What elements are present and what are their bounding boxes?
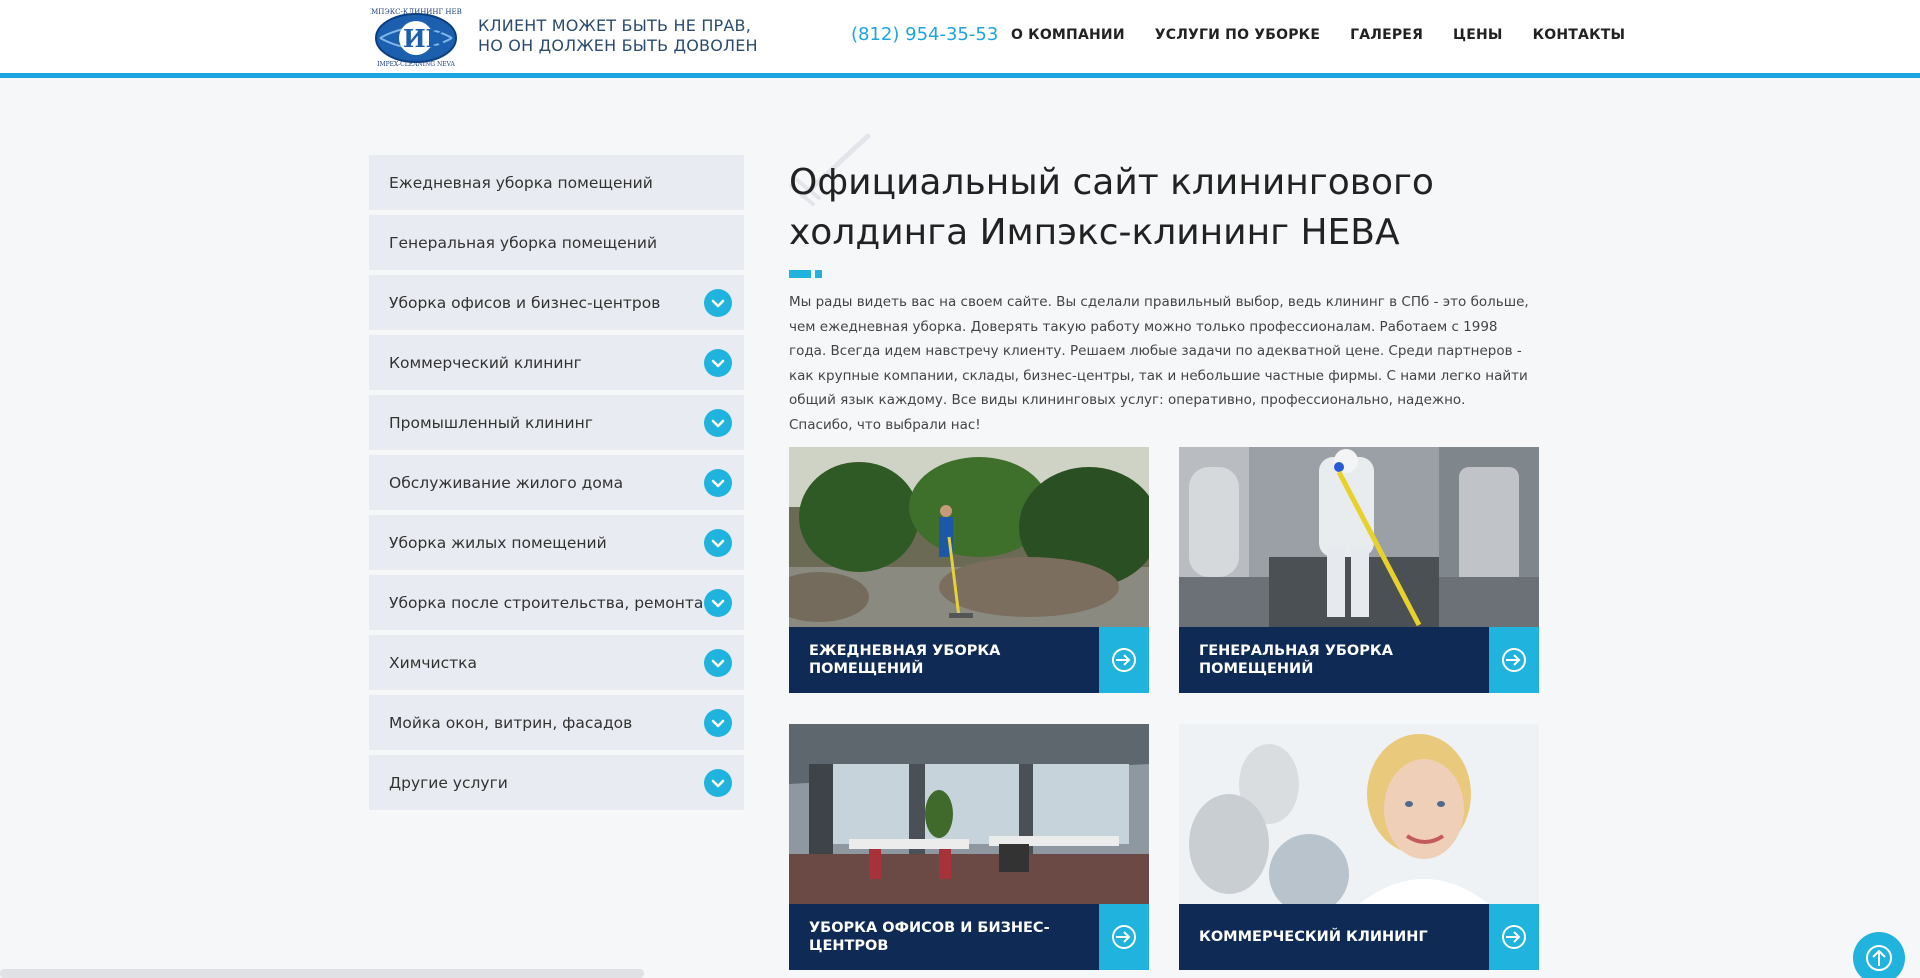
card-office-cleaning[interactable]: УБОРКА ОФИСОВ И БИЗНЕС-ЦЕНТРОВ <box>789 724 1149 970</box>
sidebar-item-label: Другие услуги <box>389 773 508 792</box>
page-title: Официальный сайт клинингового холдинга И… <box>789 162 1434 253</box>
sidebar-item[interactable]: Другие услуги <box>369 755 744 810</box>
sidebar-item-label: Уборка офисов и бизнес-центров <box>389 293 661 312</box>
chevron-down-icon[interactable] <box>704 648 732 677</box>
card-go-button[interactable] <box>1489 904 1539 970</box>
sidebar-item[interactable]: Химчистка <box>369 635 744 690</box>
intro-text: Мы рады видеть вас на своем сайте. Вы сд… <box>789 294 1529 433</box>
arrow-up-circle-icon <box>1866 945 1892 971</box>
sidebar-item[interactable]: Коммерческий клининг <box>369 335 744 390</box>
chevron-down-icon[interactable] <box>704 528 732 557</box>
sidebar-item-label: Мойка окон, витрин, фасадов <box>389 713 633 732</box>
chevron-down-icon[interactable] <box>704 408 732 437</box>
sidebar-item-label: Уборка жилых помещений <box>389 533 607 552</box>
svg-text:IMPEX-CLEANING NEVA: IMPEX-CLEANING NEVA <box>377 61 455 68</box>
site-header: ИК ИМПЭКС-КЛИНИНГ НЕВА IMPEX-CLEANING NE… <box>0 0 1920 78</box>
sidebar-item-label: Коммерческий клининг <box>389 353 582 372</box>
phone-link[interactable]: (812) 954-35-53 <box>851 24 998 45</box>
sidebar-item[interactable]: Промышленный клининг <box>369 395 744 450</box>
sidebar-item[interactable]: Уборка офисов и бизнес-центров <box>369 275 744 330</box>
main-nav: О КОМПАНИИ УСЛУГИ ПО УБОРКЕ ГАЛЕРЕЯ ЦЕНЫ… <box>1011 27 1625 43</box>
sidebar-item-label: Уборка после строительства, ремонта <box>389 593 704 612</box>
sidebar-item[interactable]: Уборка после строительства, ремонта <box>369 575 744 630</box>
sidebar-item-label: Генеральная уборка помещений <box>389 233 658 252</box>
arrow-right-circle-icon <box>1502 648 1526 672</box>
nav-contacts[interactable]: КОНТАКТЫ <box>1533 27 1626 43</box>
nav-about[interactable]: О КОМПАНИИ <box>1011 27 1125 43</box>
services-sidebar: Ежедневная уборка помещений Генеральная у… <box>369 155 744 815</box>
chevron-down-icon[interactable] <box>704 768 732 797</box>
sidebar-item-label: Обслуживание жилого дома <box>389 473 624 492</box>
card-caption: ГЕНЕРАЛЬНАЯ УБОРКА ПОМЕЩЕНИЙ <box>1179 627 1489 693</box>
sidebar-item-label: Ежедневная уборка помещений <box>389 173 653 192</box>
sidebar-item-label: Промышленный клининг <box>389 413 593 432</box>
card-go-button[interactable] <box>1099 627 1149 693</box>
chevron-down-icon[interactable] <box>704 708 732 737</box>
title-underline <box>789 270 1539 278</box>
card-general-cleaning[interactable]: ГЕНЕРАЛЬНАЯ УБОРКА ПОМЕЩЕНИЙ <box>1179 447 1539 693</box>
arrow-right-circle-icon <box>1502 925 1526 949</box>
chevron-down-icon[interactable] <box>704 288 732 317</box>
card-photo-plants <box>789 447 1149 627</box>
nav-services[interactable]: УСЛУГИ ПО УБОРКЕ <box>1155 27 1320 43</box>
sidebar-item[interactable]: Уборка жилых помещений <box>369 515 744 570</box>
main-content: Официальный сайт клинингового холдинга И… <box>789 120 1539 437</box>
sidebar-item-label: Химчистка <box>389 653 478 672</box>
scroll-to-top-button[interactable] <box>1853 932 1905 978</box>
tagline: КЛИЕНТ МОЖЕТ БЫТЬ НЕ ПРАВ, НО ОН ДОЛЖЕН … <box>478 16 758 56</box>
card-photo-woman <box>1179 724 1539 904</box>
card-daily-cleaning[interactable]: ЕЖЕДНЕВНАЯ УБОРКА ПОМЕЩЕНИЙ <box>789 447 1149 693</box>
chevron-down-icon[interactable] <box>704 588 732 617</box>
card-caption: УБОРКА ОФИСОВ И БИЗНЕС-ЦЕНТРОВ <box>789 904 1099 970</box>
card-go-button[interactable] <box>1489 627 1539 693</box>
sidebar-item[interactable]: Мойка окон, витрин, фасадов <box>369 695 744 750</box>
card-commercial-cleaning[interactable]: КОММЕРЧЕСКИЙ КЛИНИНГ <box>1179 724 1539 970</box>
horizontal-scrollbar[interactable] <box>0 969 644 978</box>
tagline-line-1: КЛИЕНТ МОЖЕТ БЫТЬ НЕ ПРАВ, <box>478 16 752 35</box>
sidebar-item[interactable]: Ежедневная уборка помещений <box>369 155 744 210</box>
card-photo-office <box>789 724 1149 904</box>
tagline-line-2: НО ОН ДОЛЖЕН БЫТЬ ДОВОЛЕН <box>478 36 758 55</box>
arrow-right-circle-icon <box>1112 925 1136 949</box>
svg-text:ИМПЭКС-КЛИНИНГ НЕВА: ИМПЭКС-КЛИНИНГ НЕВА <box>370 8 462 16</box>
card-caption: КОММЕРЧЕСКИЙ КЛИНИНГ <box>1179 904 1489 970</box>
sidebar-item[interactable]: Обслуживание жилого дома <box>369 455 744 510</box>
nav-prices[interactable]: ЦЕНЫ <box>1453 27 1503 43</box>
arrow-right-circle-icon <box>1112 648 1136 672</box>
nav-gallery[interactable]: ГАЛЕРЕЯ <box>1350 27 1423 43</box>
card-caption: ЕЖЕДНЕВНАЯ УБОРКА ПОМЕЩЕНИЙ <box>789 627 1099 693</box>
svg-text:ИК: ИК <box>403 24 448 53</box>
chevron-down-icon[interactable] <box>704 468 732 497</box>
sidebar-item[interactable]: Генеральная уборка помещений <box>369 215 744 270</box>
card-go-button[interactable] <box>1099 904 1149 970</box>
company-logo[interactable]: ИК ИМПЭКС-КЛИНИНГ НЕВА IMPEX-CLEANING NE… <box>370 6 462 68</box>
card-photo-industrial <box>1179 447 1539 627</box>
chevron-down-icon[interactable] <box>704 348 732 377</box>
